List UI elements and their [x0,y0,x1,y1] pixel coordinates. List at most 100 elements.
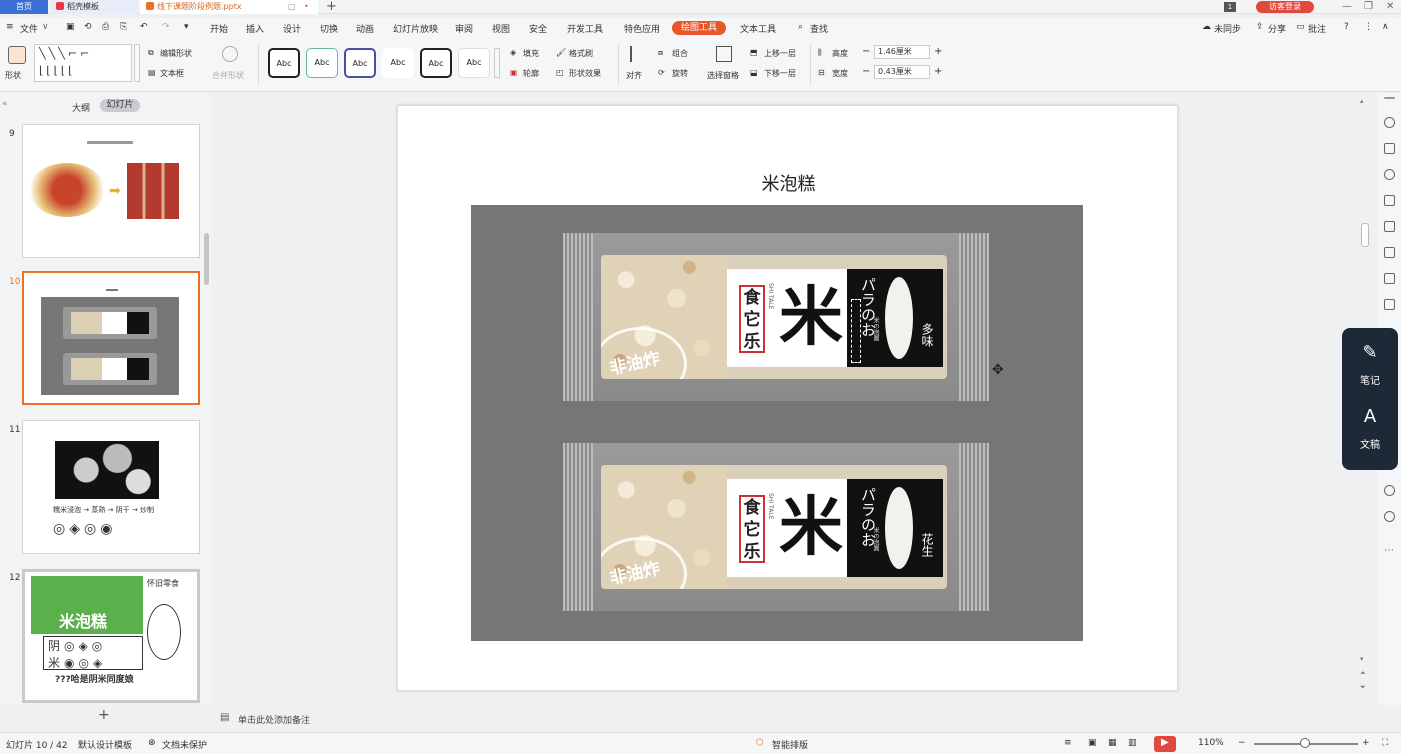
align-button[interactable]: 对齐 [626,70,642,81]
chart-icon[interactable] [1384,273,1395,284]
restore-icon[interactable]: ❐ [1364,0,1373,14]
menu-search[interactable]: 查找 [810,22,828,35]
more-options-icon[interactable]: ⋮ [1364,22,1373,32]
reading-view-icon[interactable]: ▥ [1128,738,1137,748]
outline-tab[interactable]: 大纲 [72,101,90,114]
theme-name[interactable]: 默认设计模板 [78,738,132,751]
comment-icon[interactable]: ▭ [1296,22,1305,32]
fit-window-icon[interactable]: ⛶ [1382,738,1388,748]
pin-icon[interactable]: ▢ [288,0,296,14]
shape-effect-button[interactable]: 形状效果 [569,68,601,79]
window-count-badge[interactable]: 1 [1224,2,1236,12]
format-painter-icon[interactable]: 🖌 [556,48,566,57]
menu-developer[interactable]: 开发工具 [567,22,603,35]
notes-placeholder[interactable]: 单击此处添加备注 [238,713,310,726]
sorter-view-icon[interactable]: ▦ [1108,738,1117,748]
outline-button[interactable]: 轮廓 [523,68,539,79]
tab-template[interactable]: 稻壳模板 [50,0,138,14]
more-icon[interactable]: ⋯ [1384,545,1394,556]
notes-toggle-icon[interactable]: ▤ [220,712,229,723]
menu-features[interactable]: 特色应用 [624,22,660,35]
sidebar-handle-icon[interactable] [1384,97,1395,99]
textbox-icon[interactable]: ▤ [148,68,156,77]
group-button[interactable]: 组合 [672,48,688,59]
sync-status[interactable]: 未同步 [1214,22,1241,35]
edit-shape-icon[interactable]: ⧉ [148,48,154,58]
edit-shape-button[interactable]: 编辑形状 [160,48,192,59]
group-icon[interactable]: ⧈ [658,48,663,58]
shape-style-5[interactable]: Abc [420,48,452,78]
tab-home[interactable]: 首页 [0,0,48,14]
add-slide-button[interactable]: + [98,707,110,723]
protect-icon[interactable]: ⊗ [148,738,156,748]
collapse-panel-icon[interactable]: « [2,99,8,109]
send-backward-button[interactable]: 下移一层 [764,68,796,79]
rice-cracker-pack-2[interactable]: 非油炸 食它乐 SHI TALE 米 パラのお 米の泡圖 花生 [563,443,989,611]
slide-title[interactable]: 米泡糕 [398,170,1179,196]
menu-design[interactable]: 设计 [283,22,301,35]
menu-view[interactable]: 视图 [492,22,510,35]
menu-drawing-tools[interactable]: 绘图工具 [672,21,726,35]
selection-pane-button[interactable]: 选择窗格 [707,70,739,81]
menu-slideshow[interactable]: 幻灯片放映 [393,22,438,35]
align-icon[interactable] [630,46,646,62]
share-icon[interactable]: ⇪ [1256,22,1264,32]
product-image[interactable]: 非油炸 食它乐 SHI TALE 米 パラのお 米の泡圖 多味 非油炸 食它乐 … [471,205,1083,641]
sync-icon[interactable]: ☁ [1202,22,1211,32]
shape-style-3[interactable]: Abc [344,48,376,78]
hamburger-icon[interactable]: ≡ [6,22,14,32]
comment-button[interactable]: 批注 [1308,22,1326,35]
textbox-button[interactable]: 文本框 [160,68,184,79]
quick-access-more-icon[interactable]: ▾ [184,22,189,32]
zoom-level[interactable]: 110% [1198,738,1224,748]
merge-shape-icon[interactable] [222,46,238,62]
picture-tools-icon[interactable] [1384,299,1395,310]
shape-effect-icon[interactable]: ◰ [556,68,564,77]
shape-property-icon[interactable] [1384,169,1395,180]
selected-textbox-handles[interactable] [851,299,861,363]
scroll-up-icon[interactable]: ▴ [1360,97,1364,105]
bring-forward-button[interactable]: 上移一层 [764,48,796,59]
file-dropdown-icon[interactable]: ∨ [42,22,49,32]
outline-icon[interactable]: ▣ [510,68,518,77]
docs-button[interactable]: 文稿 [1342,436,1398,451]
prev-slide-icon[interactable]: ⏶ [1360,669,1366,678]
fill-icon[interactable]: ◈ [510,48,516,57]
thumbnail-scrollbar[interactable] [204,233,209,285]
menu-animation[interactable]: 动画 [356,22,374,35]
gallery-scroll[interactable] [134,44,140,82]
menu-text-tools[interactable]: 文本工具 [740,22,776,35]
width-increase-button[interactable]: + [934,66,942,77]
object-icon[interactable] [1384,143,1395,154]
menu-insert[interactable]: 插入 [246,22,264,35]
shape-style-2[interactable]: Abc [306,48,338,78]
document-protection[interactable]: 文档未保护 [162,738,207,751]
zoom-slider-handle[interactable] [1300,738,1310,748]
notes-icon[interactable]: ✎ [1342,342,1398,363]
menu-home[interactable]: 开始 [210,22,228,35]
menu-review[interactable]: 审阅 [455,22,473,35]
fill-button[interactable]: 填充 [523,48,539,59]
login-button[interactable]: 访客登录 [1256,1,1314,13]
search-icon[interactable]: ⌕ [798,22,803,32]
merge-shape-button[interactable]: 合并形状 [212,70,244,81]
format-painter-button[interactable]: 格式刷 [569,48,593,59]
smart-layout-icon[interactable]: ⬡ [756,738,764,748]
next-slide-icon[interactable]: ⏷ [1360,683,1366,692]
slide-thumbnail-9[interactable]: ➡ [22,124,200,258]
history-icon[interactable] [1384,485,1395,496]
style-gallery-scroll[interactable] [494,48,500,78]
table-icon[interactable] [1384,221,1395,232]
shape-icon[interactable] [8,46,26,64]
animation-icon[interactable] [1384,195,1395,206]
normal-view-icon[interactable]: ▣ [1088,738,1097,748]
shape-style-6[interactable]: Abc [458,48,490,78]
rotate-button[interactable]: 旋转 [672,68,688,79]
slide-thumbnail-10[interactable] [22,271,200,405]
undo-history-icon[interactable]: ⟲ [84,22,92,32]
slide-thumbnail-12[interactable]: 米泡糕 怀旧零食 阴◎◈◎ 米◉◎◈ ???哈是阴米同度娘 [22,569,200,703]
shape-style-4[interactable]: Abc [382,48,414,78]
width-input[interactable]: 0.43厘米 [874,65,930,79]
rice-cracker-pack-1[interactable]: 非油炸 食它乐 SHI TALE 米 パラのお 米の泡圖 多味 [563,233,989,401]
preview-icon[interactable]: ⎘ [120,22,127,32]
